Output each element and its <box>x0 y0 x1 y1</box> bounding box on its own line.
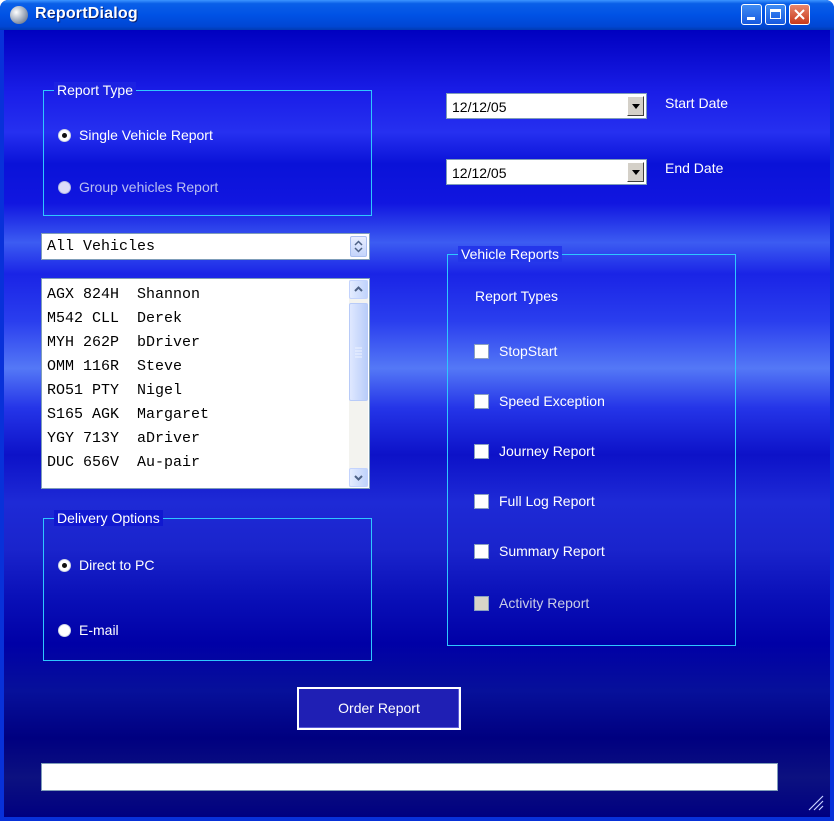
summary-report-label: Summary Report <box>499 543 605 559</box>
stopstart-checkbox[interactable]: StopStart <box>474 343 557 359</box>
status-field <box>41 763 778 791</box>
radio-unselected-icon <box>58 180 71 194</box>
report-types-subtitle: Report Types <box>475 288 559 304</box>
scroll-thumb[interactable] <box>349 303 368 401</box>
end-date-dropdown-button[interactable] <box>627 162 644 182</box>
chevron-up-icon <box>354 286 363 292</box>
start-date-dropdown-button[interactable] <box>627 96 644 116</box>
radio-selected-icon <box>58 128 71 142</box>
radio-unselected-icon <box>58 623 71 637</box>
vehicle-listbox[interactable]: AGX 824H Shannon M542 CLL Derek MYH 262P… <box>41 278 370 489</box>
dialog-client-area: Report Type Single Vehicle Report Group … <box>4 30 830 817</box>
scroll-up-button[interactable] <box>349 280 368 299</box>
globe-icon <box>10 6 28 24</box>
vehicle-reports-group: Vehicle Reports Report Types StopStart S… <box>447 246 736 646</box>
checkbox-box <box>474 393 489 409</box>
list-item[interactable]: AGX 824H Shannon <box>47 286 200 303</box>
summary-report-checkbox[interactable]: Summary Report <box>474 543 605 559</box>
end-date-value: 12/12/05 <box>452 165 507 181</box>
delivery-options-group: Delivery Options Direct to PC E-mail <box>43 510 372 661</box>
chevron-down-icon <box>632 104 640 109</box>
start-date-value: 12/12/05 <box>452 99 507 115</box>
resize-grip-icon[interactable] <box>806 793 824 811</box>
stopstart-label: StopStart <box>499 343 558 359</box>
list-item[interactable]: S165 AGK Margaret <box>47 406 209 423</box>
list-item[interactable]: DUC 656V Au-pair <box>47 454 200 471</box>
vehicle-list-scrollbar[interactable] <box>349 280 368 487</box>
report-type-group: Report Type Single Vehicle Report Group … <box>43 82 372 216</box>
maximize-icon <box>770 9 781 19</box>
spin-arrows-icon <box>354 240 363 253</box>
maximize-button[interactable] <box>765 4 786 25</box>
checkbox-box <box>474 443 489 459</box>
end-date-picker[interactable]: 12/12/05 <box>446 159 647 185</box>
list-item[interactable]: RO51 PTY Nigel <box>47 382 182 399</box>
radio-selected-icon <box>58 558 71 572</box>
checkbox-box <box>474 595 489 611</box>
vehicle-filter-spinner[interactable]: All Vehicles <box>41 233 370 260</box>
activity-report-label: Activity Report <box>499 595 590 611</box>
speed-exception-label: Speed Exception <box>499 393 605 409</box>
vehicle-reports-label: Vehicle Reports <box>458 246 563 262</box>
single-vehicle-label: Single Vehicle Report <box>79 127 213 143</box>
list-item[interactable]: MYH 262P bDriver <box>47 334 200 351</box>
checkbox-box <box>474 543 489 559</box>
scroll-down-button[interactable] <box>349 468 368 487</box>
checkbox-box <box>474 493 489 509</box>
list-item[interactable]: OMM 116R Steve <box>47 358 182 375</box>
chevron-down-icon <box>632 170 640 175</box>
window-title: ReportDialog <box>35 5 138 22</box>
grip-icon <box>355 347 362 358</box>
delivery-options-label: Delivery Options <box>54 510 163 526</box>
chevron-down-icon <box>354 475 363 481</box>
direct-to-pc-label: Direct to PC <box>79 557 155 573</box>
email-radio[interactable]: E-mail <box>58 622 119 638</box>
spinner-button[interactable] <box>350 236 367 257</box>
minimize-button[interactable] <box>741 4 762 25</box>
start-date-picker[interactable]: 12/12/05 <box>446 93 647 119</box>
checkbox-box <box>474 343 489 359</box>
activity-report-checkbox[interactable]: Activity Report <box>474 595 589 611</box>
speed-exception-checkbox[interactable]: Speed Exception <box>474 393 605 409</box>
list-item[interactable]: M542 CLL Derek <box>47 310 182 327</box>
end-date-label: End Date <box>665 160 724 176</box>
journey-report-label: Journey Report <box>499 443 595 459</box>
full-log-report-label: Full Log Report <box>499 493 595 509</box>
group-vehicles-label: Group vehicles Report <box>79 179 219 195</box>
report-dialog-window: ReportDialog Report Type Single Vehicle … <box>0 0 834 821</box>
report-type-label: Report Type <box>54 82 137 98</box>
window-border-right <box>830 30 834 821</box>
direct-to-pc-radio[interactable]: Direct to PC <box>58 557 154 573</box>
group-vehicles-radio[interactable]: Group vehicles Report <box>58 179 218 195</box>
close-button[interactable] <box>789 4 810 25</box>
minimize-icon <box>747 17 755 20</box>
journey-report-checkbox[interactable]: Journey Report <box>474 443 595 459</box>
close-icon <box>794 9 805 20</box>
vehicle-filter-value: All Vehicles <box>47 238 156 255</box>
email-label: E-mail <box>79 622 119 638</box>
order-report-button[interactable]: Order Report <box>297 687 461 730</box>
title-bar[interactable]: ReportDialog <box>0 0 834 30</box>
full-log-report-checkbox[interactable]: Full Log Report <box>474 493 595 509</box>
list-item[interactable]: YGY 713Y aDriver <box>47 430 200 447</box>
single-vehicle-radio[interactable]: Single Vehicle Report <box>58 127 213 143</box>
window-border-bottom <box>0 817 834 821</box>
start-date-label: Start Date <box>665 95 729 111</box>
